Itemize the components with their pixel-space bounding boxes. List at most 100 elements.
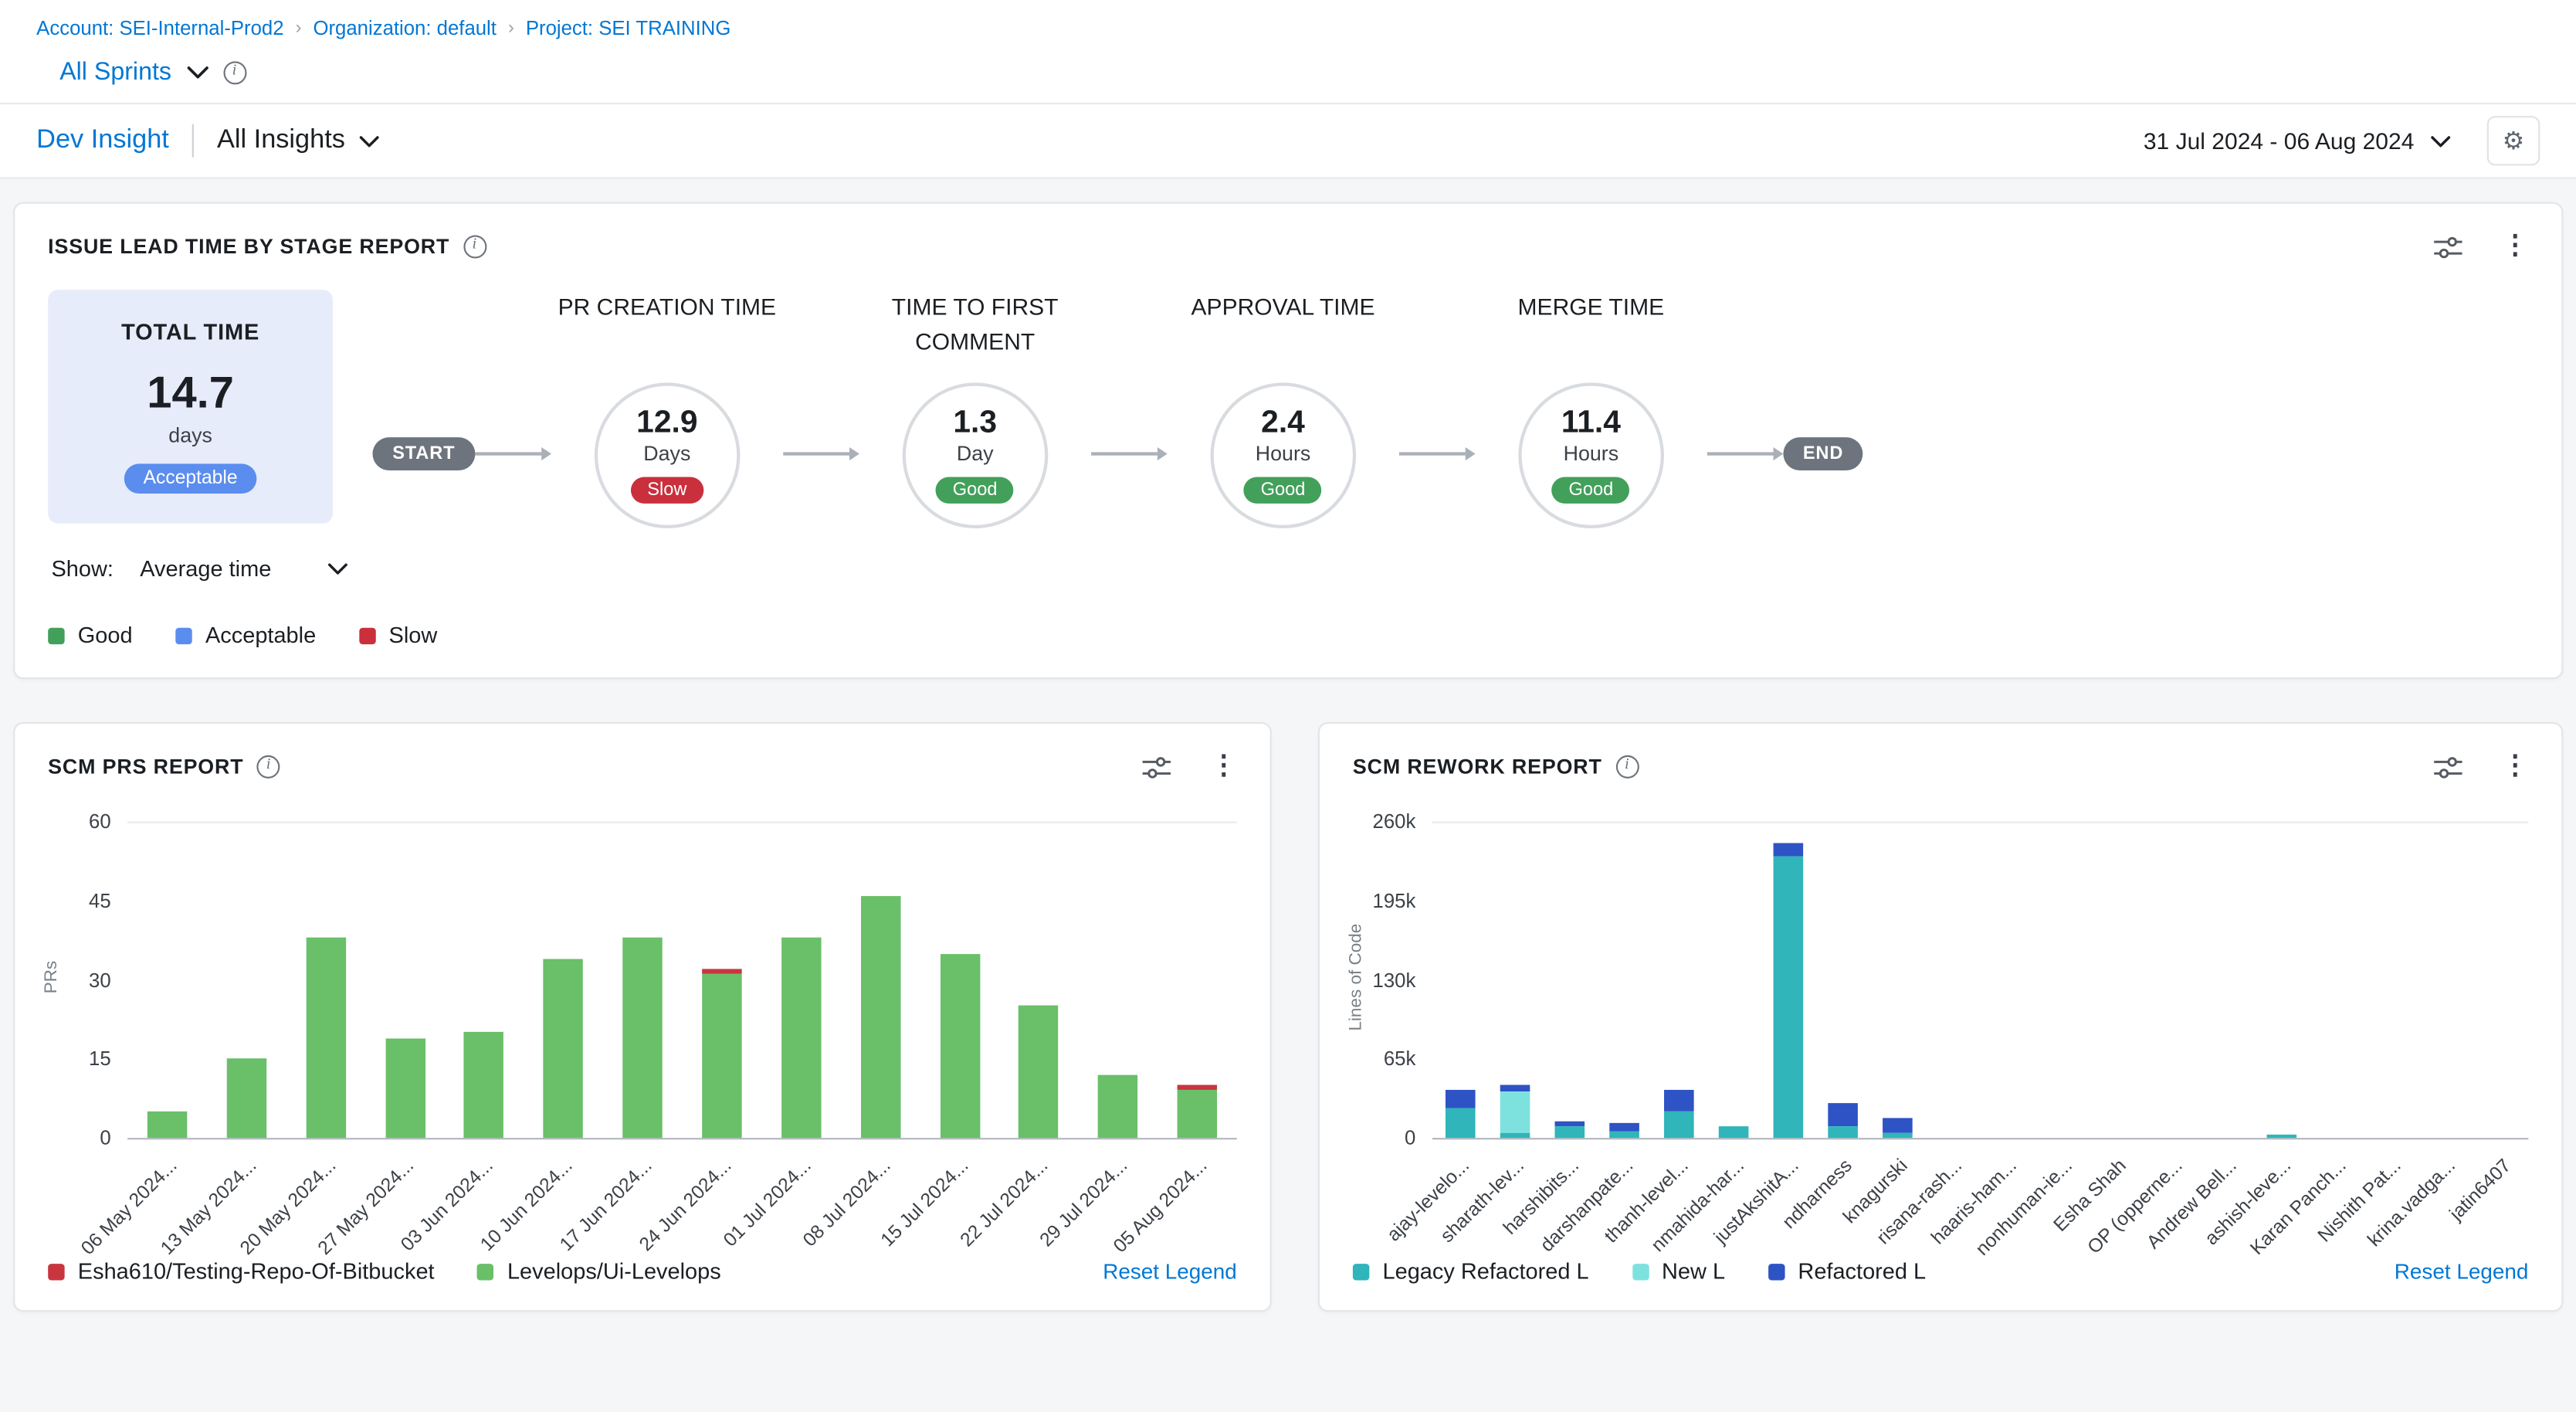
bar-segment[interactable] xyxy=(1098,1074,1137,1138)
bar-group[interactable] xyxy=(841,823,920,1138)
breadcrumb-link[interactable]: Project: SEI TRAINING xyxy=(526,16,730,39)
bar-group[interactable] xyxy=(207,823,286,1138)
bar-group[interactable] xyxy=(2473,823,2528,1138)
bar-group[interactable] xyxy=(445,823,524,1138)
bar-segment[interactable] xyxy=(1445,1089,1475,1108)
bar-segment[interactable] xyxy=(226,1059,266,1138)
bar-group[interactable] xyxy=(2090,823,2144,1138)
info-icon[interactable]: i xyxy=(463,235,486,258)
bar-segment[interactable] xyxy=(1178,1091,1217,1138)
bar-group[interactable] xyxy=(1652,823,1707,1138)
bar-segment[interactable] xyxy=(544,959,583,1138)
bar-segment[interactable] xyxy=(1178,1085,1217,1091)
bar-group[interactable] xyxy=(1597,823,1652,1138)
legend-item[interactable]: New L xyxy=(1632,1259,1725,1284)
bar-segment[interactable] xyxy=(464,1033,503,1138)
filter-settings-button[interactable] xyxy=(2434,234,2462,259)
legend-item[interactable]: Refactored L xyxy=(1768,1259,1926,1284)
bar-group[interactable] xyxy=(2418,823,2473,1138)
filter-settings-button[interactable] xyxy=(1143,755,1171,779)
bar-group[interactable] xyxy=(2199,823,2254,1138)
reset-legend-link[interactable]: Reset Legend xyxy=(2395,1259,2529,1284)
more-options-button[interactable]: ⋮ xyxy=(2502,233,2528,260)
more-options-button[interactable]: ⋮ xyxy=(1210,754,1236,780)
stage-circle[interactable]: 1.3DayGood xyxy=(902,382,1048,528)
bar-segment[interactable] xyxy=(1019,1006,1059,1138)
chevron-down-icon[interactable] xyxy=(186,66,208,79)
legend-item[interactable]: Good xyxy=(48,623,132,647)
stage-circle[interactable]: 2.4HoursGood xyxy=(1210,382,1356,528)
bar-group[interactable] xyxy=(999,823,1079,1138)
bar-group[interactable] xyxy=(1761,823,1816,1138)
show-select[interactable]: Average time xyxy=(130,555,357,582)
bar-group[interactable] xyxy=(286,823,365,1138)
bar-segment[interactable] xyxy=(147,1112,187,1138)
bar-group[interactable] xyxy=(1980,823,2035,1138)
bar-segment[interactable] xyxy=(1664,1089,1694,1111)
bar-segment[interactable] xyxy=(702,975,741,1139)
bar-group[interactable] xyxy=(1487,823,1542,1138)
breadcrumb-link[interactable]: Account: SEI-Internal-Prod2 xyxy=(36,16,283,39)
bar-segment[interactable] xyxy=(1500,1091,1530,1133)
bar-group[interactable] xyxy=(682,823,761,1138)
bar-group[interactable] xyxy=(365,823,445,1138)
bar-group[interactable] xyxy=(524,823,603,1138)
bar-segment[interactable] xyxy=(1609,1123,1639,1130)
bar-group[interactable] xyxy=(1158,823,1237,1138)
bar-segment[interactable] xyxy=(1664,1111,1694,1138)
bar-segment[interactable] xyxy=(1774,843,1804,856)
insight-selector[interactable]: All Insights xyxy=(217,126,380,156)
info-icon[interactable]: i xyxy=(257,755,280,779)
bar-segment[interactable] xyxy=(1829,1125,1859,1138)
bar-segment[interactable] xyxy=(860,895,900,1138)
bar-segment[interactable] xyxy=(781,938,821,1138)
bar-segment[interactable] xyxy=(1500,1085,1530,1091)
bar-segment[interactable] xyxy=(306,938,345,1138)
bar-group[interactable] xyxy=(920,823,999,1138)
bar-group[interactable] xyxy=(1432,823,1487,1138)
legend-item[interactable]: Slow xyxy=(359,623,437,647)
bar-segment[interactable] xyxy=(1500,1133,1530,1138)
bar-group[interactable] xyxy=(2254,823,2309,1138)
bar-group[interactable] xyxy=(2035,823,2090,1138)
insight-type-link[interactable]: Dev Insight xyxy=(36,126,169,156)
bar-segment[interactable] xyxy=(2266,1135,2296,1138)
bar-group[interactable] xyxy=(761,823,841,1138)
bar-segment[interactable] xyxy=(385,1037,425,1138)
bar-group[interactable] xyxy=(1542,823,1597,1138)
stage-circle[interactable]: 12.9DaysSlow xyxy=(595,382,741,528)
bar-group[interactable] xyxy=(2144,823,2199,1138)
info-icon[interactable]: i xyxy=(222,60,246,83)
bar-segment[interactable] xyxy=(1554,1127,1585,1138)
reset-legend-link[interactable]: Reset Legend xyxy=(1103,1259,1237,1284)
bar-segment[interactable] xyxy=(622,938,662,1138)
bar-segment[interactable] xyxy=(1719,1127,1749,1138)
bar-group[interactable] xyxy=(1925,823,1980,1138)
bar-segment[interactable] xyxy=(1445,1108,1475,1138)
bar-group[interactable] xyxy=(127,823,207,1138)
bar-segment[interactable] xyxy=(1609,1131,1639,1138)
bar-group[interactable] xyxy=(1079,823,1158,1138)
bar-group[interactable] xyxy=(1871,823,1926,1138)
bar-segment[interactable] xyxy=(1883,1133,1913,1138)
settings-gear-button[interactable]: ⚙ xyxy=(2487,116,2540,165)
bar-segment[interactable] xyxy=(940,953,979,1138)
legend-item[interactable]: Acceptable xyxy=(175,623,316,647)
stage-circle[interactable]: 11.4HoursGood xyxy=(1518,382,1664,528)
bar-group[interactable] xyxy=(2309,823,2364,1138)
bar-segment[interactable] xyxy=(1774,856,1804,1138)
more-options-button[interactable]: ⋮ xyxy=(2502,754,2528,780)
date-range-selector[interactable]: 31 Jul 2024 - 06 Aug 2024 xyxy=(2134,126,2460,156)
bar-segment[interactable] xyxy=(702,969,741,975)
bar-group[interactable] xyxy=(2364,823,2418,1138)
breadcrumb-link[interactable]: Organization: default xyxy=(313,16,496,39)
info-icon[interactable]: i xyxy=(1615,755,1639,779)
legend-item[interactable]: Levelops/Ui-Levelops xyxy=(477,1259,720,1284)
bar-group[interactable] xyxy=(603,823,683,1138)
bar-segment[interactable] xyxy=(1829,1104,1859,1125)
bar-group[interactable] xyxy=(1707,823,1761,1138)
legend-item[interactable]: Esha610/Testing-Repo-Of-Bitbucket xyxy=(48,1259,434,1284)
sprint-selector[interactable]: All Sprints xyxy=(59,58,171,86)
filter-settings-button[interactable] xyxy=(2434,755,2462,779)
bar-segment[interactable] xyxy=(1883,1118,1913,1133)
